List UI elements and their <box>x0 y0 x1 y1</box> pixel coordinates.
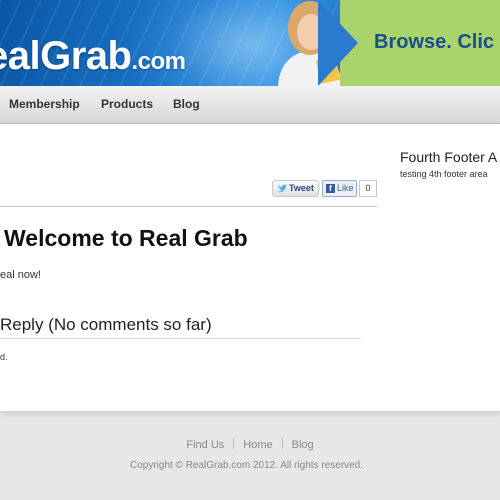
like-button[interactable]: f Like <box>322 180 357 197</box>
header-banner: ealGrab.com Browse. Clic <box>0 0 500 86</box>
divider <box>0 338 361 339</box>
main-nav: Membership Products Blog <box>0 86 500 124</box>
nav-item-membership[interactable]: Membership <box>9 97 80 111</box>
logo-tld: .com <box>131 48 186 75</box>
sidebar-widget-text: testing 4th footer area <box>400 169 488 179</box>
nav-item-blog[interactable]: Blog <box>173 97 200 111</box>
promo-arrow <box>318 0 358 86</box>
promo-text[interactable]: Browse. Clic <box>374 31 494 54</box>
footer-link-find-us[interactable]: Find Us <box>186 439 224 451</box>
footer-link-home[interactable]: Home <box>243 439 272 451</box>
comments-note: d. <box>0 352 8 362</box>
like-count: 0 <box>359 180 377 197</box>
nav-item-products[interactable]: Products <box>101 97 153 111</box>
logo-real: eal <box>0 34 41 78</box>
like-label: Like <box>337 183 354 193</box>
footer-links: Find Us Home Blog <box>0 438 500 451</box>
sidebar-widget-title: Fourth Footer A <box>400 149 498 165</box>
reply-heading: Reply (No comments so far) <box>0 315 212 334</box>
logo-grab: Grab <box>40 34 132 78</box>
tweet-label: Tweet <box>289 183 314 193</box>
tweet-button[interactable]: Tweet <box>272 180 319 197</box>
footer-link-blog[interactable]: Blog <box>292 439 314 451</box>
main-content: Tweet f Like 0 Welcome to Real Grab eal … <box>0 124 500 411</box>
copyright-text: Copyright © RealGrab.com 2012. All right… <box>129 460 364 471</box>
footer-separator <box>233 438 235 449</box>
footer-separator <box>281 438 283 449</box>
twitter-bird-icon <box>277 184 287 193</box>
site-logo[interactable]: ealGrab.com <box>0 34 186 79</box>
facebook-icon: f <box>326 184 335 193</box>
post-title[interactable]: Welcome to Real Grab <box>4 225 248 252</box>
post-body: eal now! <box>0 269 41 281</box>
divider <box>0 206 377 207</box>
